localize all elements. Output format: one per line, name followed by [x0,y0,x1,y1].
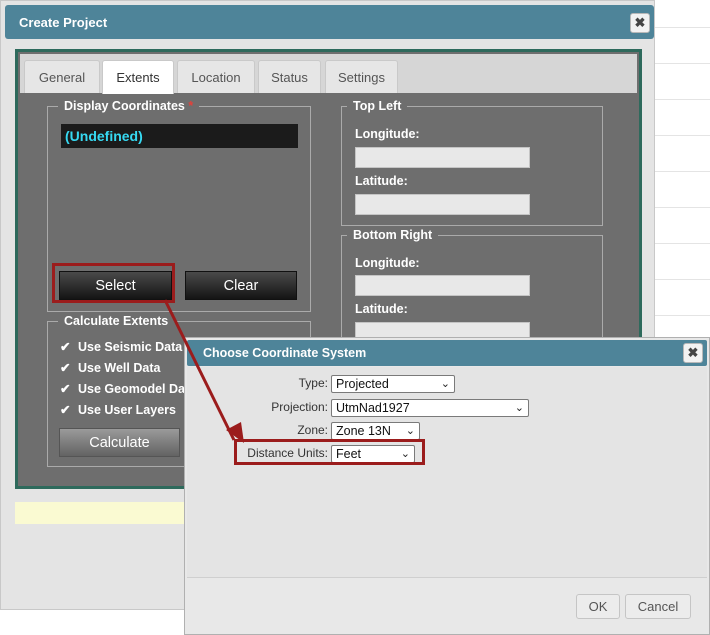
use-seismic-data-checkbox[interactable]: ✔ Use Seismic Data [60,339,182,354]
close-icon[interactable]: ✖ [630,13,650,33]
tab-location[interactable]: Location [177,60,255,93]
top-left-longitude-input[interactable] [355,147,530,168]
display-coordinates-legend: Display Coordinates * [58,98,200,114]
coordinate-system-value: (Undefined) [61,124,298,148]
bottom-right-legend: Bottom Right [347,227,439,243]
cancel-button[interactable]: Cancel [625,594,691,619]
top-left-latitude-label: Latitude: [355,174,408,188]
bottom-right-longitude-input[interactable] [355,275,530,296]
close-icon[interactable]: ✖ [683,343,703,363]
chevron-down-icon: ⌄ [405,425,415,437]
zone-select[interactable]: Zone 13N ⌄ [331,422,420,440]
check-icon: ✔ [60,382,71,396]
tab-extents[interactable]: Extents [102,60,174,94]
calculate-button[interactable]: Calculate [59,428,180,457]
coordinate-dialog-title-bar: Choose Coordinate System ✖ [187,340,707,366]
message-bar [15,502,190,524]
top-left-legend: Top Left [347,98,408,114]
required-mark: * [188,99,194,113]
chevron-down-icon: ⌄ [440,378,450,390]
bottom-right-longitude-label: Longitude: [355,256,420,270]
use-user-layers-checkbox[interactable]: ✔ Use User Layers [60,402,176,417]
top-left-latitude-input[interactable] [355,194,530,215]
tab-general[interactable]: General [24,60,100,93]
top-left-group: Top Left Longitude: Latitude: [341,98,603,226]
check-icon: ✔ [60,403,71,417]
bottom-right-latitude-label: Latitude: [355,302,408,316]
use-geomodel-data-checkbox[interactable]: ✔ Use Geomodel Data [60,381,196,396]
type-select[interactable]: Projected ⌄ [331,375,455,393]
projection-select[interactable]: UtmNad1927 ⌄ [331,399,529,417]
distance-units-highlight [234,439,425,465]
tab-bar: General Extents Location Status Settings [20,54,637,94]
tab-settings[interactable]: Settings [325,60,398,93]
ok-button[interactable]: OK [576,594,620,619]
select-highlight [52,263,175,303]
calculate-extents-legend: Calculate Extents [58,313,175,329]
type-label: Type: [298,376,328,390]
chevron-down-icon: ⌄ [514,402,524,414]
tab-status[interactable]: Status [258,60,321,93]
projection-label: Projection: [271,400,328,414]
top-left-longitude-label: Longitude: [355,127,420,141]
clear-button[interactable]: Clear [185,271,297,300]
check-icon: ✔ [60,361,71,375]
check-icon: ✔ [60,340,71,354]
dialog-title: Create Project [19,15,108,30]
dialog-title-bar: Create Project ✖ [5,5,654,39]
coordinate-dialog-title: Choose Coordinate System [203,346,367,360]
use-well-data-checkbox[interactable]: ✔ Use Well Data [60,360,160,375]
zone-label: Zone: [297,423,328,437]
choose-coordinate-system-dialog: Choose Coordinate System ✖ Type: Project… [184,337,710,635]
coordinate-dialog-body: Type: Projected ⌄ Projection: UtmNad1927 ⌄… [187,367,707,578]
